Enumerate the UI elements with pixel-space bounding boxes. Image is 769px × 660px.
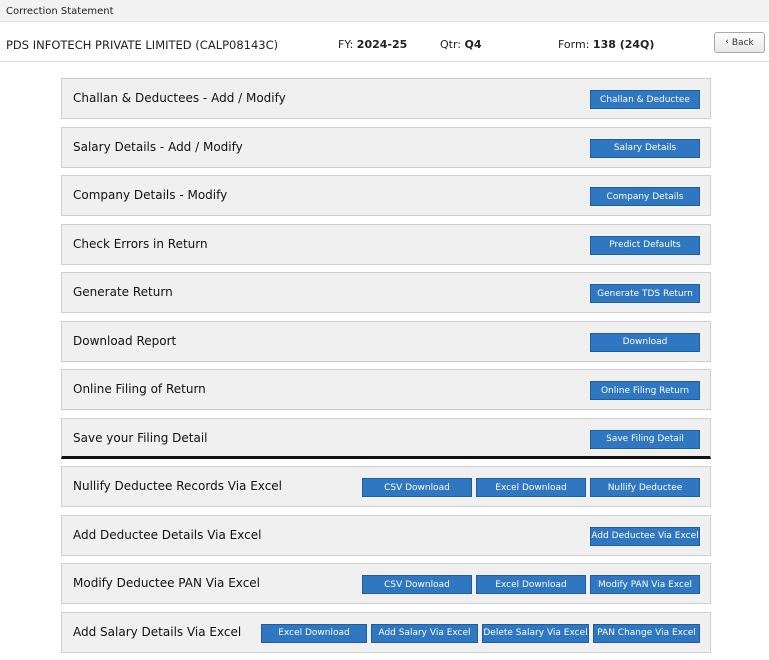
form-type: Form: 138 (24Q) <box>558 38 654 51</box>
action-row-label: Company Details - Modify <box>73 188 228 202</box>
predict-defaults-button[interactable]: Predict Defaults <box>590 235 700 255</box>
statement-header: PDS INFOTECH PRIVATE LIMITED (CALP08143C… <box>0 22 769 62</box>
modify-pan-via-excel-button[interactable]: Modify PAN Via Excel <box>590 575 700 594</box>
csv-download-button[interactable]: CSV Download <box>362 478 472 497</box>
action-list: Challan & Deductees - Add / Modify Challa… <box>61 78 711 660</box>
csv-download-button[interactable]: CSV Download <box>362 575 472 594</box>
action-row-label: Add Salary Details Via Excel <box>73 624 242 639</box>
action-row-buttons: Challan & Deductee <box>590 90 700 109</box>
action-row-buttons: Online Filing Return <box>590 381 700 400</box>
action-row: Modify Deductee PAN Via Excel CSV Downloa… <box>61 563 711 604</box>
qtr-value: Q4 <box>464 38 482 51</box>
back-button-label: Back <box>731 37 754 48</box>
excel-download-button[interactable]: Excel Download <box>261 623 367 643</box>
window-title: Correction Statement <box>6 6 114 17</box>
form-label: Form: <box>558 38 590 51</box>
save-filing-detail-button[interactable]: Save Filing Detail <box>590 429 700 449</box>
action-row-buttons: Salary Details <box>590 138 700 158</box>
action-row-buttons: CSV Download Excel Download Nullify Deduct… <box>362 478 700 497</box>
action-row-buttons: Company Details <box>590 187 700 206</box>
action-row: Check Errors in Return Predict Defaults <box>61 223 711 265</box>
action-row: Nullify Deductee Records Via Excel CSV Do… <box>61 466 711 507</box>
action-row-label: Salary Details - Add / Modify <box>73 139 243 154</box>
back-button[interactable]: ‹ Back <box>714 32 765 53</box>
action-row: Download Report Download <box>61 320 711 362</box>
action-row: Save your Filing Detail Save Filing Detai… <box>61 417 711 459</box>
action-row-label: Check Errors in Return <box>73 236 208 251</box>
fy-label: FY: <box>338 38 354 51</box>
excel-download-button[interactable]: Excel Download <box>476 575 586 594</box>
add-deductee-via-excel-button[interactable]: Add Deductee Via Excel <box>590 526 700 546</box>
action-row-buttons: Save Filing Detail <box>590 429 700 449</box>
challan-deductee-button[interactable]: Challan & Deductee <box>590 90 700 109</box>
action-row: Online Filing of Return Online Filing Ret… <box>61 369 711 410</box>
window-title-bar: Correction Statement <box>0 0 769 22</box>
action-row-buttons: CSV Download Excel Download Modify PAN Via… <box>362 575 700 594</box>
action-row-buttons: Generate TDS Return <box>590 284 700 303</box>
action-row-label: Save your Filing Detail <box>73 430 208 445</box>
generate-tds-return-button[interactable]: Generate TDS Return <box>590 284 700 303</box>
excel-download-button[interactable]: Excel Download <box>476 478 586 497</box>
action-row-buttons: Excel Download Add Salary Via Excel Delete… <box>261 623 700 643</box>
action-row: Add Salary Details Via Excel Excel Downlo… <box>61 611 711 653</box>
action-row: Company Details - Modify Company Details <box>61 175 711 216</box>
company-details-button[interactable]: Company Details <box>590 187 700 206</box>
fy-value: 2024-25 <box>356 38 408 51</box>
action-row: Salary Details - Add / Modify Salary Deta… <box>61 126 711 168</box>
action-row: Generate Return Generate TDS Return <box>61 272 711 313</box>
action-row-buttons: Download <box>590 332 700 352</box>
action-row-label: Generate Return <box>73 285 173 299</box>
action-row-label: Online Filing of Return <box>73 382 206 396</box>
action-row-label: Nullify Deductee Records Via Excel <box>73 479 283 493</box>
action-row-label: Challan & Deductees - Add / Modify <box>73 91 286 105</box>
pan-change-via-excel-button[interactable]: PAN Change Via Excel <box>593 623 700 643</box>
form-value: 138 (24Q) <box>592 38 655 51</box>
action-row-label: Download Report <box>73 333 177 348</box>
chevron-left-icon: ‹ <box>725 37 729 47</box>
financial-year: FY: 2024-25 <box>338 38 407 51</box>
download-button[interactable]: Download <box>590 332 700 352</box>
quarter: Qtr: Q4 <box>440 38 482 51</box>
qtr-label: Qtr: <box>440 38 462 51</box>
company-name: PDS INFOTECH PRIVATE LIMITED (CALP08143C… <box>6 38 279 52</box>
action-row: Challan & Deductees - Add / Modify Challa… <box>61 78 711 119</box>
action-row-buttons: Add Deductee Via Excel <box>590 526 700 546</box>
action-row-label: Add Deductee Details Via Excel <box>73 527 262 542</box>
add-salary-via-excel-button[interactable]: Add Salary Via Excel <box>371 623 478 643</box>
delete-salary-via-excel-button[interactable]: Delete Salary Via Excel <box>482 623 589 643</box>
salary-details-button[interactable]: Salary Details <box>590 138 700 158</box>
online-filing-return-button[interactable]: Online Filing Return <box>590 381 700 400</box>
nullify-deductee-button[interactable]: Nullify Deductee <box>590 478 700 497</box>
action-row-buttons: Predict Defaults <box>590 235 700 255</box>
action-row-label: Modify Deductee PAN Via Excel <box>73 576 261 590</box>
action-row: Add Deductee Details Via Excel Add Deduct… <box>61 514 711 556</box>
